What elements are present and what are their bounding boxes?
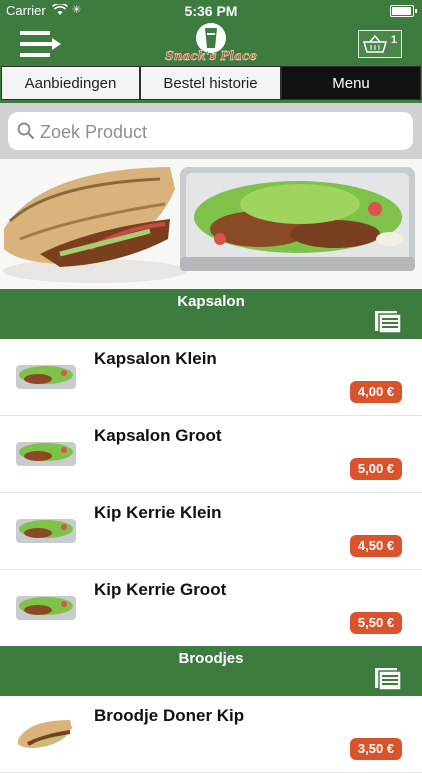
product-row[interactable]: Kip Kerrie Klein 4,50 € — [0, 493, 422, 570]
product-row[interactable]: Kip Kerrie Groot 5,50 € — [0, 570, 422, 647]
tab-menu[interactable]: Menu — [281, 66, 421, 100]
product-thumbnail — [16, 442, 76, 466]
price-badge: 3,50 € — [350, 738, 402, 760]
product-name: Kip Kerrie Groot — [94, 580, 227, 599]
svg-text:Snack's Place: Snack's Place — [165, 49, 257, 63]
list-view-icon[interactable] — [374, 310, 402, 334]
product-thumbnail — [18, 720, 72, 748]
price-badge: 4,00 € — [350, 381, 402, 403]
list-view-icon[interactable] — [374, 667, 402, 691]
app-logo: Snack's Place — [165, 22, 257, 64]
product-name: Kip Kerrie Klein — [94, 503, 222, 522]
status-bar: Carrier ✳ 5:36 PM — [0, 0, 422, 20]
section-title: Broodjes — [178, 650, 244, 667]
section-header: Kapsalon — [0, 289, 422, 339]
product-thumbnail — [16, 365, 76, 389]
basket-icon — [362, 34, 388, 53]
product-name: Kapsalon Klein — [94, 349, 217, 368]
price-badge: 5,50 € — [350, 612, 402, 634]
search-input[interactable] — [38, 118, 402, 146]
product-name: Broodje Doner Kip — [94, 706, 245, 725]
product-name: Kapsalon Groot — [94, 426, 222, 445]
search-bar — [0, 103, 422, 159]
tab-aanbiedingen[interactable]: Aanbiedingen — [1, 66, 140, 100]
cart-count-badge: 1 — [390, 34, 397, 46]
status-time: 5:36 PM — [184, 3, 238, 19]
menu-arrow-icon[interactable] — [20, 30, 64, 58]
tab-bestel-historie[interactable]: Bestel historie — [140, 66, 281, 100]
price-badge: 4,50 € — [350, 535, 402, 557]
nav-bar: Snack's Place 1 — [0, 20, 422, 66]
hero-banner-image — [0, 159, 422, 289]
product-row[interactable]: Kapsalon Klein 4,00 € — [0, 339, 422, 416]
product-thumbnail — [16, 596, 76, 620]
product-thumbnail — [16, 519, 76, 543]
search-field[interactable] — [8, 112, 413, 150]
product-row[interactable]: Broodje Doner Kip 3,50 € — [0, 696, 422, 773]
search-icon — [17, 122, 35, 140]
cart-button[interactable]: 1 — [358, 30, 402, 58]
section-title: Kapsalon — [177, 293, 245, 310]
section-header: Broodjes — [0, 646, 422, 696]
tab-bar: Aanbiedingen Bestel historie Menu — [0, 66, 422, 103]
price-badge: 5,00 € — [350, 458, 402, 480]
battery-icon — [390, 5, 417, 17]
product-row[interactable]: Kapsalon Groot 5,00 € — [0, 416, 422, 493]
